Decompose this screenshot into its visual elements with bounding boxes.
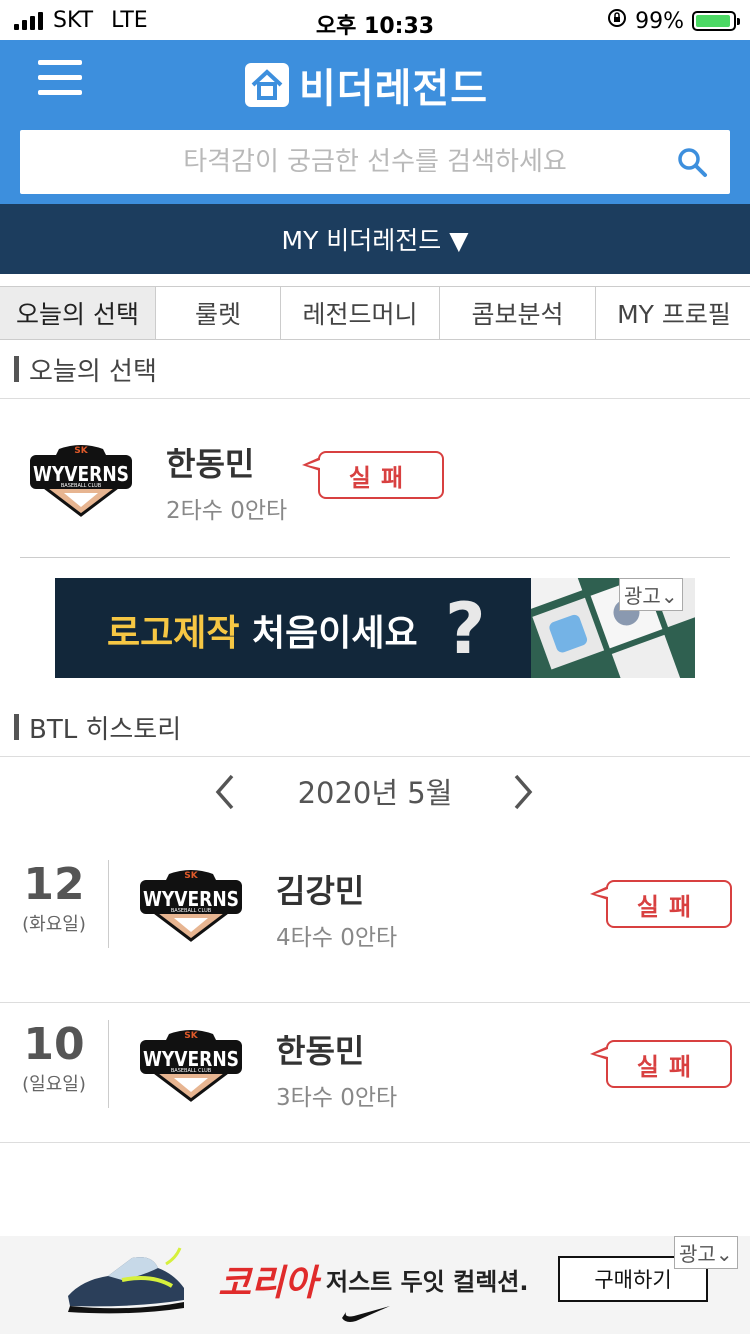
ad-label[interactable]: 광고⌄ (674, 1236, 738, 1269)
tab-my-profile[interactable]: MY 프로필 (596, 287, 750, 339)
app-title: 비더레전드 (299, 66, 488, 112)
team-logo: SK WYVERNS BASEBALL CLUB (26, 441, 136, 521)
ad-slogan: 저스트 두잇 컬렉션. (326, 1268, 529, 1296)
svg-text:BASEBALL CLUB: BASEBALL CLUB (171, 908, 212, 914)
team-logo-sub: BASEBALL CLUB (61, 483, 102, 489)
ad-brand: 코리아 (218, 1263, 318, 1304)
today-pick-card[interactable]: SK WYVERNS BASEBALL CLUB 한동민 2타수 0안타 실패 (0, 399, 750, 557)
battery-percent: 99% (635, 8, 684, 34)
history-section-title: BTL 히스토리 (0, 698, 750, 757)
svg-text:BASEBALL CLUB: BASEBALL CLUB (171, 1068, 212, 1074)
orientation-lock-icon (607, 8, 627, 34)
search-input[interactable] (20, 130, 730, 194)
swoosh-icon (340, 1304, 392, 1328)
chevron-left-icon[interactable] (212, 772, 236, 819)
svg-text:SK: SK (184, 871, 198, 881)
status-bar: SKT LTE 오후 10:33 99% (0, 0, 750, 40)
hamburger-menu-icon[interactable] (38, 60, 82, 100)
player-stat: 3타수 0안타 (276, 1085, 398, 1111)
month-navigator: 2020년 5월 (0, 756, 750, 826)
player-name: 김강민 (276, 872, 365, 910)
divider (20, 557, 730, 558)
app-header: 비더레전드 (0, 40, 750, 204)
player-stat: 4타수 0안타 (276, 925, 398, 951)
ad-label[interactable]: 광고⌄ (619, 578, 683, 611)
player-stat: 2타수 0안타 (166, 498, 288, 524)
search-box (20, 130, 730, 194)
tab-combo-analysis[interactable]: 콤보분석 (440, 287, 596, 339)
history-row[interactable]: 10 (일요일) SK WYVERNS BASEBALL CLUB 한동민 3타… (0, 1002, 750, 1143)
ad-banner[interactable]: 로고제작 처음이세요 ? 광고⌄ (55, 578, 695, 678)
history-date: 12 (화요일) (0, 860, 109, 948)
today-section-title: 오늘의 선택 (0, 340, 750, 399)
month-label: 2020년 5월 (297, 776, 453, 810)
tab-today-pick[interactable]: 오늘의 선택 (0, 287, 156, 339)
team-logo: SK WYVERNS BASEBALL CLUB (136, 1026, 246, 1106)
home-icon (245, 63, 289, 107)
search-icon[interactable] (676, 146, 708, 182)
result-badge: 실패 (590, 1040, 732, 1088)
result-badge: 실패 (590, 880, 732, 928)
tab-legend-money[interactable]: 레전드머니 (281, 287, 440, 339)
bottom-ad-banner[interactable]: 코리아 저스트 두잇 컬렉션. 구매하기 광고⌄ (0, 1236, 750, 1334)
player-name: 한동민 (166, 445, 255, 483)
player-name: 한동민 (276, 1032, 365, 1070)
chevron-right-icon[interactable] (512, 772, 536, 819)
tab-roulette[interactable]: 룰렛 (156, 287, 281, 339)
history-row[interactable]: 12 (화요일) SK WYVERNS BASEBALL CLUB 김강민 4타… (0, 842, 750, 1003)
result-badge: 실패 (302, 451, 444, 499)
svg-text:SK: SK (184, 1031, 198, 1041)
my-dropdown-bar[interactable]: MY 비더레전드 ▼ (0, 204, 750, 274)
battery-icon (692, 11, 740, 31)
ad-question-mark: ? (445, 588, 486, 670)
history-date: 10 (일요일) (0, 1020, 109, 1108)
sneaker-image (62, 1246, 192, 1320)
tab-bar: 오늘의 선택 룰렛 레전드머니 콤보분석 MY 프로필 (0, 286, 750, 340)
ad-highlight: 로고제작 (107, 613, 240, 654)
team-logo-small: SK (74, 446, 88, 456)
app-logo[interactable]: 비더레전드 (245, 56, 488, 114)
my-dropdown-label: MY 비더레전드 ▼ (281, 226, 469, 255)
ad-text: 처음이세요 (239, 613, 418, 654)
team-logo: SK WYVERNS BASEBALL CLUB (136, 866, 246, 946)
